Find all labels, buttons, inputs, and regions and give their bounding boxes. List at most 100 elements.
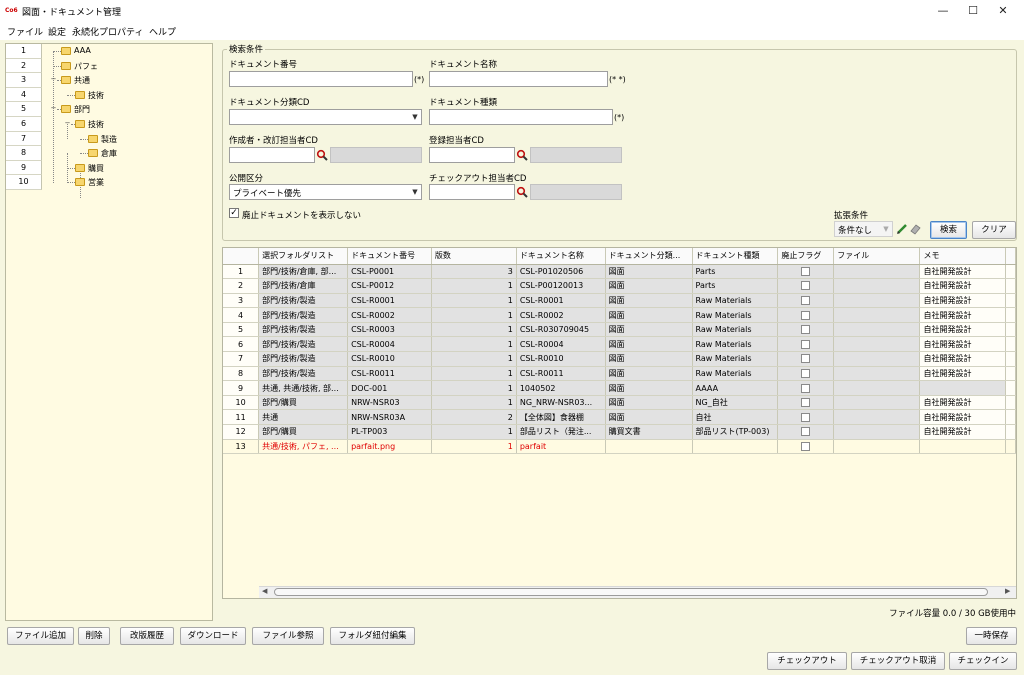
table-row[interactable]: 9 共通, 共通/技術, 部... DOC-001 1 1040502 図面 A… — [223, 380, 1016, 396]
registrant-input[interactable] — [429, 147, 515, 163]
table-row[interactable]: 8 部門/技術/製造 CSL-R0011 1 CSL-R0011 図面 Raw … — [223, 366, 1016, 382]
cell-obsolete-flag[interactable] — [777, 439, 835, 455]
tree-row[interactable]: 8 倉庫 — [6, 146, 212, 161]
delete-button[interactable]: 削除 — [78, 627, 110, 645]
table-row[interactable]: 1 部門/技術/倉庫, 部... CSL-P0001 3 CSL-P010205… — [223, 264, 1016, 280]
obsolete-checkbox[interactable] — [801, 398, 811, 408]
checkout-cancel-button[interactable]: チェックアウト取消 — [851, 652, 945, 670]
collapse-icon[interactable]: − — [50, 76, 57, 83]
obsolete-checkbox[interactable] — [801, 383, 811, 393]
author-input[interactable] — [229, 147, 315, 163]
minimize-button[interactable]: — — [926, 0, 960, 22]
menu-file[interactable]: ファイル — [7, 25, 43, 38]
temp-save-button[interactable]: 一時保存 — [966, 627, 1017, 645]
cell-obsolete-flag[interactable] — [777, 366, 835, 382]
menu-persistence[interactable]: 永続化プロパティ — [72, 25, 143, 38]
chevron-down-icon[interactable]: ▼ — [409, 110, 421, 124]
close-button[interactable]: ✕ — [986, 0, 1020, 22]
column-header[interactable]: メモ — [919, 248, 1006, 265]
scroll-left-icon[interactable]: ◀ — [262, 587, 267, 595]
table-row[interactable]: 7 部門/技術/製造 CSL-R0010 1 CSL-R0010 図面 Raw … — [223, 351, 1016, 367]
checkout-button[interactable]: チェックアウト — [767, 652, 847, 670]
obsolete-checkbox[interactable] — [801, 427, 811, 437]
column-header[interactable]: ドキュメント分類... — [605, 248, 693, 265]
add-file-button[interactable]: ファイル追加 — [7, 627, 74, 645]
tree-row[interactable]: 6 − 技術 — [6, 117, 212, 132]
cell-obsolete-flag[interactable] — [777, 278, 835, 294]
results-grid[interactable]: 選択フォルダリスト ドキュメント番号 版数 ドキュメント名称 ドキュメント分類.… — [222, 247, 1017, 599]
obsolete-checkbox[interactable] — [801, 412, 811, 422]
clear-button[interactable]: クリア — [972, 221, 1016, 239]
hide-obsolete-checkbox[interactable]: ✓ — [229, 208, 239, 218]
doc-type-input[interactable] — [429, 109, 613, 125]
tree-row[interactable]: 5 − 部門 — [6, 102, 212, 117]
cell-obsolete-flag[interactable] — [777, 293, 835, 309]
tree-row[interactable]: 9 購買 — [6, 160, 212, 176]
cell-obsolete-flag[interactable] — [777, 336, 835, 353]
doc-name-input[interactable] — [429, 71, 608, 87]
search-icon[interactable] — [516, 149, 528, 161]
table-row[interactable]: 12 部門/購買 PL-TP003 1 部品リスト（発注... 購買文書 部品リ… — [223, 424, 1016, 440]
edit-pencil-icon[interactable] — [896, 223, 908, 235]
file-reference-button[interactable]: ファイル参照 — [252, 627, 324, 645]
search-icon[interactable] — [516, 186, 528, 198]
pane-splitter[interactable] — [214, 43, 220, 621]
revision-history-button[interactable]: 改版履歴 — [120, 627, 174, 645]
cell-obsolete-flag[interactable] — [777, 424, 835, 440]
tree-row[interactable]: 4 技術 — [6, 87, 212, 103]
obsolete-checkbox[interactable] — [801, 441, 811, 451]
column-header[interactable]: ファイル — [833, 248, 921, 265]
table-row[interactable]: 13 共通/技術, パフェ, ... parfait.png 1 parfait — [223, 439, 1016, 455]
column-header[interactable]: ドキュメント種類 — [692, 248, 779, 265]
column-header[interactable]: 選択フォルダリスト — [258, 248, 349, 265]
obsolete-checkbox[interactable] — [801, 325, 811, 335]
obsolete-checkbox[interactable] — [801, 295, 811, 305]
cell-obsolete-flag[interactable] — [777, 395, 835, 411]
obsolete-checkbox[interactable] — [801, 281, 811, 291]
search-icon[interactable] — [316, 149, 328, 161]
column-header[interactable]: ドキュメント名称 — [516, 248, 606, 265]
cell-obsolete-flag[interactable] — [777, 307, 835, 323]
checkout-input[interactable] — [429, 184, 515, 200]
table-row[interactable]: 11 共通 NRW-NSR03A 2 【全体図】食器棚 図面 自社 自社開発設計 — [223, 409, 1016, 426]
tree-row[interactable]: 1 AAA — [6, 44, 212, 59]
cell-obsolete-flag[interactable] — [777, 322, 835, 338]
tree-row[interactable]: 3 − 共通 — [6, 73, 212, 88]
cell-obsolete-flag[interactable] — [777, 409, 835, 426]
obsolete-checkbox[interactable] — [801, 310, 811, 320]
obsolete-checkbox[interactable] — [801, 368, 811, 378]
eraser-icon[interactable] — [909, 223, 921, 235]
checkin-button[interactable]: チェックイン — [949, 652, 1017, 670]
obsolete-checkbox[interactable] — [801, 354, 811, 364]
folder-link-edit-button[interactable]: フォルダ紐付編集 — [330, 627, 415, 645]
collapse-icon[interactable]: − — [50, 105, 57, 112]
column-header[interactable]: 廃止フラグ — [777, 248, 835, 265]
menu-settings[interactable]: 設定 — [48, 25, 66, 38]
cell-obsolete-flag[interactable] — [777, 380, 835, 396]
table-row[interactable]: 10 部門/購買 NRW-NSR03 1 NG_NRW-NSR03... 図面 … — [223, 395, 1016, 411]
doc-number-input[interactable] — [229, 71, 413, 87]
collapse-icon[interactable]: − — [64, 120, 71, 127]
chevron-down-icon[interactable]: ▼ — [409, 185, 421, 199]
chevron-down-icon[interactable]: ▼ — [880, 222, 892, 236]
maximize-button[interactable]: ☐ — [956, 0, 990, 22]
scroll-right-icon[interactable]: ▶ — [1005, 587, 1010, 595]
visibility-select[interactable]: プライベート優先 ▼ — [229, 184, 422, 200]
tree-row[interactable]: 7 製造 — [6, 131, 212, 147]
download-button[interactable]: ダウンロード — [180, 627, 246, 645]
table-row[interactable]: 3 部門/技術/製造 CSL-R0001 1 CSL-R0001 図面 Raw … — [223, 293, 1016, 309]
obsolete-checkbox[interactable] — [801, 339, 811, 349]
column-header[interactable] — [223, 248, 260, 265]
search-button[interactable]: 検索 — [930, 221, 967, 239]
tree-row[interactable]: 10 営業 — [6, 175, 212, 190]
table-row[interactable]: 2 部門/技術/倉庫 CSL-P0012 1 CSL-P00120013 図面 … — [223, 278, 1016, 294]
scrollbar-thumb[interactable] — [274, 588, 988, 596]
ext-condition-select[interactable]: 条件なし ▼ — [834, 221, 893, 237]
tree-row[interactable]: 2 パフェ — [6, 58, 212, 74]
table-row[interactable]: 4 部門/技術/製造 CSL-R0002 1 CSL-R0002 図面 Raw … — [223, 307, 1016, 323]
cell-obsolete-flag[interactable] — [777, 264, 835, 280]
column-header[interactable]: 版数 — [431, 248, 517, 265]
folder-tree[interactable]: 1 AAA 2 パフェ 3 − 共通 4 技術 5 − 部門 6 − 技術 7 — [5, 43, 213, 621]
cell-obsolete-flag[interactable] — [777, 351, 835, 367]
column-header[interactable]: ドキュメント番号 — [347, 248, 432, 265]
